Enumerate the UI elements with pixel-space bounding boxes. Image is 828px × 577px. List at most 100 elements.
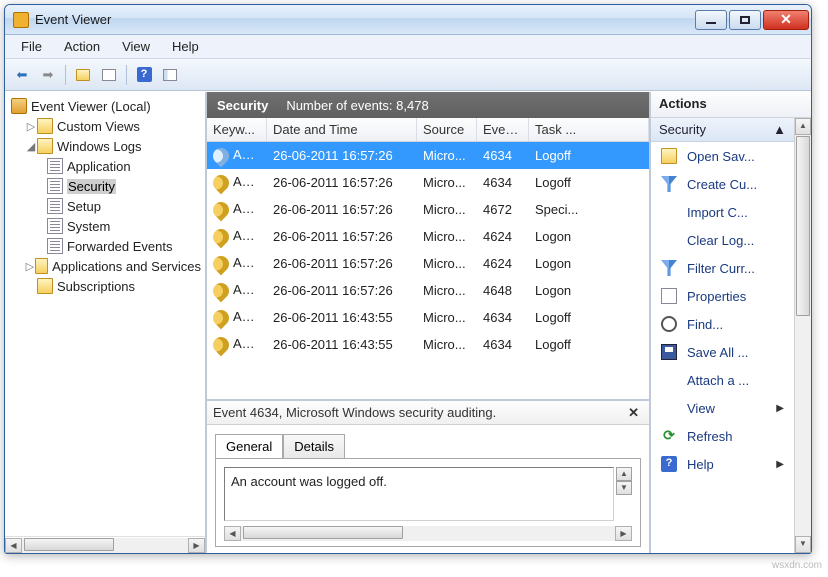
tree-log-forwarded[interactable]: Forwarded Events (7, 236, 203, 256)
minimize-button[interactable] (695, 10, 727, 30)
menu-file[interactable]: File (11, 36, 52, 57)
scroll-thumb[interactable] (24, 538, 114, 551)
properties-button[interactable] (98, 64, 120, 86)
tree-log-security[interactable]: Security (7, 176, 203, 196)
col-source[interactable]: Source (417, 118, 477, 141)
detail-hscrollbar[interactable]: ◀ ▶ (224, 525, 632, 542)
collapse-icon[interactable]: ◢ (25, 140, 37, 153)
events-pane: Security Number of events: 8,478 Keyw...… (207, 92, 651, 553)
scroll-thumb[interactable] (796, 136, 810, 316)
event-row[interactable]: Aud...26-06-2011 16:57:26Micro...4672Spe… (207, 196, 649, 223)
scroll-right-button[interactable]: ▶ (615, 526, 632, 541)
tree-subscriptions[interactable]: Subscriptions (7, 276, 203, 296)
scroll-track[interactable] (241, 526, 615, 541)
cell-source: Micro... (417, 306, 477, 329)
event-row[interactable]: Aud...26-06-2011 16:57:26Micro...4624Log… (207, 223, 649, 250)
tree-apps-services[interactable]: ▷Applications and Services (7, 256, 203, 276)
document-icon (661, 288, 677, 304)
key-icon (210, 306, 233, 329)
scroll-right-button[interactable]: ▶ (188, 538, 205, 553)
expand-icon[interactable]: ▷ (25, 120, 37, 133)
event-row[interactable]: Aud...26-06-2011 16:43:55Micro...4634Log… (207, 304, 649, 331)
log-icon (47, 198, 63, 214)
blank-icon (661, 400, 677, 416)
col-datetime[interactable]: Date and Time (267, 118, 417, 141)
detail-down-button[interactable]: ▼ (616, 481, 632, 495)
action-import-custom-view[interactable]: Import C... (651, 198, 794, 226)
key-icon (210, 252, 233, 275)
tree-windows-logs[interactable]: ◢Windows Logs (7, 136, 203, 156)
grid-header: Keyw... Date and Time Source Event... Ta… (207, 118, 649, 142)
blank-icon (661, 232, 677, 248)
key-icon (210, 225, 233, 248)
event-row[interactable]: Aud...26-06-2011 16:57:26Micro...4634Log… (207, 169, 649, 196)
back-button[interactable]: ⬅ (11, 64, 33, 86)
cell-task: Logoff (529, 306, 649, 329)
cell-task: Logon (529, 225, 649, 248)
forward-button[interactable]: ➡ (37, 64, 59, 86)
tree-log-application[interactable]: Application (7, 156, 203, 176)
action-view-submenu[interactable]: View▶ (651, 394, 794, 422)
cell-datetime: 26-06-2011 16:57:26 (267, 279, 417, 302)
cell-eventid: 4624 (477, 252, 529, 275)
actions-heading: Actions (651, 92, 811, 118)
scroll-left-button[interactable]: ◀ (5, 538, 22, 553)
menu-help[interactable]: Help (162, 36, 209, 57)
action-create-custom-view[interactable]: Create Cu... (651, 170, 794, 198)
tree-custom-views[interactable]: ▷Custom Views (7, 116, 203, 136)
action-open-saved-log[interactable]: Open Sav... (651, 142, 794, 170)
tree-root[interactable]: Event Viewer (Local) (7, 96, 203, 116)
title-bar[interactable]: Event Viewer ✕ (5, 5, 811, 35)
actions-group-header[interactable]: Security ▲ (651, 118, 794, 142)
action-find[interactable]: Find... (651, 310, 794, 338)
scroll-left-button[interactable]: ◀ (224, 526, 241, 541)
cell-eventid: 4634 (477, 171, 529, 194)
scroll-up-button[interactable]: ▲ (795, 118, 811, 135)
collapse-icon[interactable]: ▲ (773, 122, 786, 137)
scroll-track[interactable] (22, 538, 188, 553)
log-icon (47, 218, 63, 234)
action-properties[interactable]: Properties (651, 282, 794, 310)
help-button[interactable]: ? (133, 64, 155, 86)
close-button[interactable]: ✕ (763, 10, 809, 30)
grid-body[interactable]: Aud...26-06-2011 16:57:26Micro...4634Log… (207, 142, 649, 399)
scroll-thumb[interactable] (243, 526, 403, 539)
menu-action[interactable]: Action (54, 36, 110, 57)
cell-eventid: 4672 (477, 198, 529, 221)
col-task[interactable]: Task ... (529, 118, 649, 141)
col-eventid[interactable]: Event... (477, 118, 529, 141)
col-keywords[interactable]: Keyw... (207, 118, 267, 141)
funnel-icon (661, 260, 677, 276)
detail-up-button[interactable]: ▲ (616, 467, 632, 481)
action-help-submenu[interactable]: ?Help▶ (651, 450, 794, 478)
event-row[interactable]: Aud...26-06-2011 16:57:26Micro...4648Log… (207, 277, 649, 304)
action-filter-log[interactable]: Filter Curr... (651, 254, 794, 282)
tree-log-system[interactable]: System (7, 216, 203, 236)
scroll-down-button[interactable]: ▼ (795, 536, 811, 553)
tab-details[interactable]: Details (283, 434, 345, 459)
maximize-button[interactable] (729, 10, 761, 30)
tree-log-setup[interactable]: Setup (7, 196, 203, 216)
cell-source: Micro... (417, 333, 477, 356)
menu-view[interactable]: View (112, 36, 160, 57)
actions-vscrollbar[interactable]: ▲ ▼ (794, 118, 811, 553)
show-hide-tree-button[interactable] (72, 64, 94, 86)
action-clear-log[interactable]: Clear Log... (651, 226, 794, 254)
tab-general[interactable]: General (215, 434, 283, 459)
menu-bar: File Action View Help (5, 35, 811, 59)
cell-source: Micro... (417, 144, 477, 167)
content-body: Event Viewer (Local) ▷Custom Views ◢Wind… (5, 91, 811, 553)
toolbar-separator (65, 65, 66, 85)
event-row[interactable]: Aud...26-06-2011 16:43:55Micro...4634Log… (207, 331, 649, 358)
tree-hscrollbar[interactable]: ◀ ▶ (5, 536, 205, 553)
action-attach-task[interactable]: Attach a ... (651, 366, 794, 394)
event-row[interactable]: Aud...26-06-2011 16:57:26Micro...4634Log… (207, 142, 649, 169)
panel-button[interactable] (159, 64, 181, 86)
refresh-icon: ⟳ (661, 428, 677, 444)
expand-icon[interactable]: ▷ (25, 260, 35, 273)
action-refresh[interactable]: ⟳Refresh (651, 422, 794, 450)
event-row[interactable]: Aud...26-06-2011 16:57:26Micro...4624Log… (207, 250, 649, 277)
detail-close-button[interactable]: ✕ (624, 405, 643, 421)
action-save-all[interactable]: Save All ... (651, 338, 794, 366)
nav-tree[interactable]: Event Viewer (Local) ▷Custom Views ◢Wind… (5, 92, 205, 536)
